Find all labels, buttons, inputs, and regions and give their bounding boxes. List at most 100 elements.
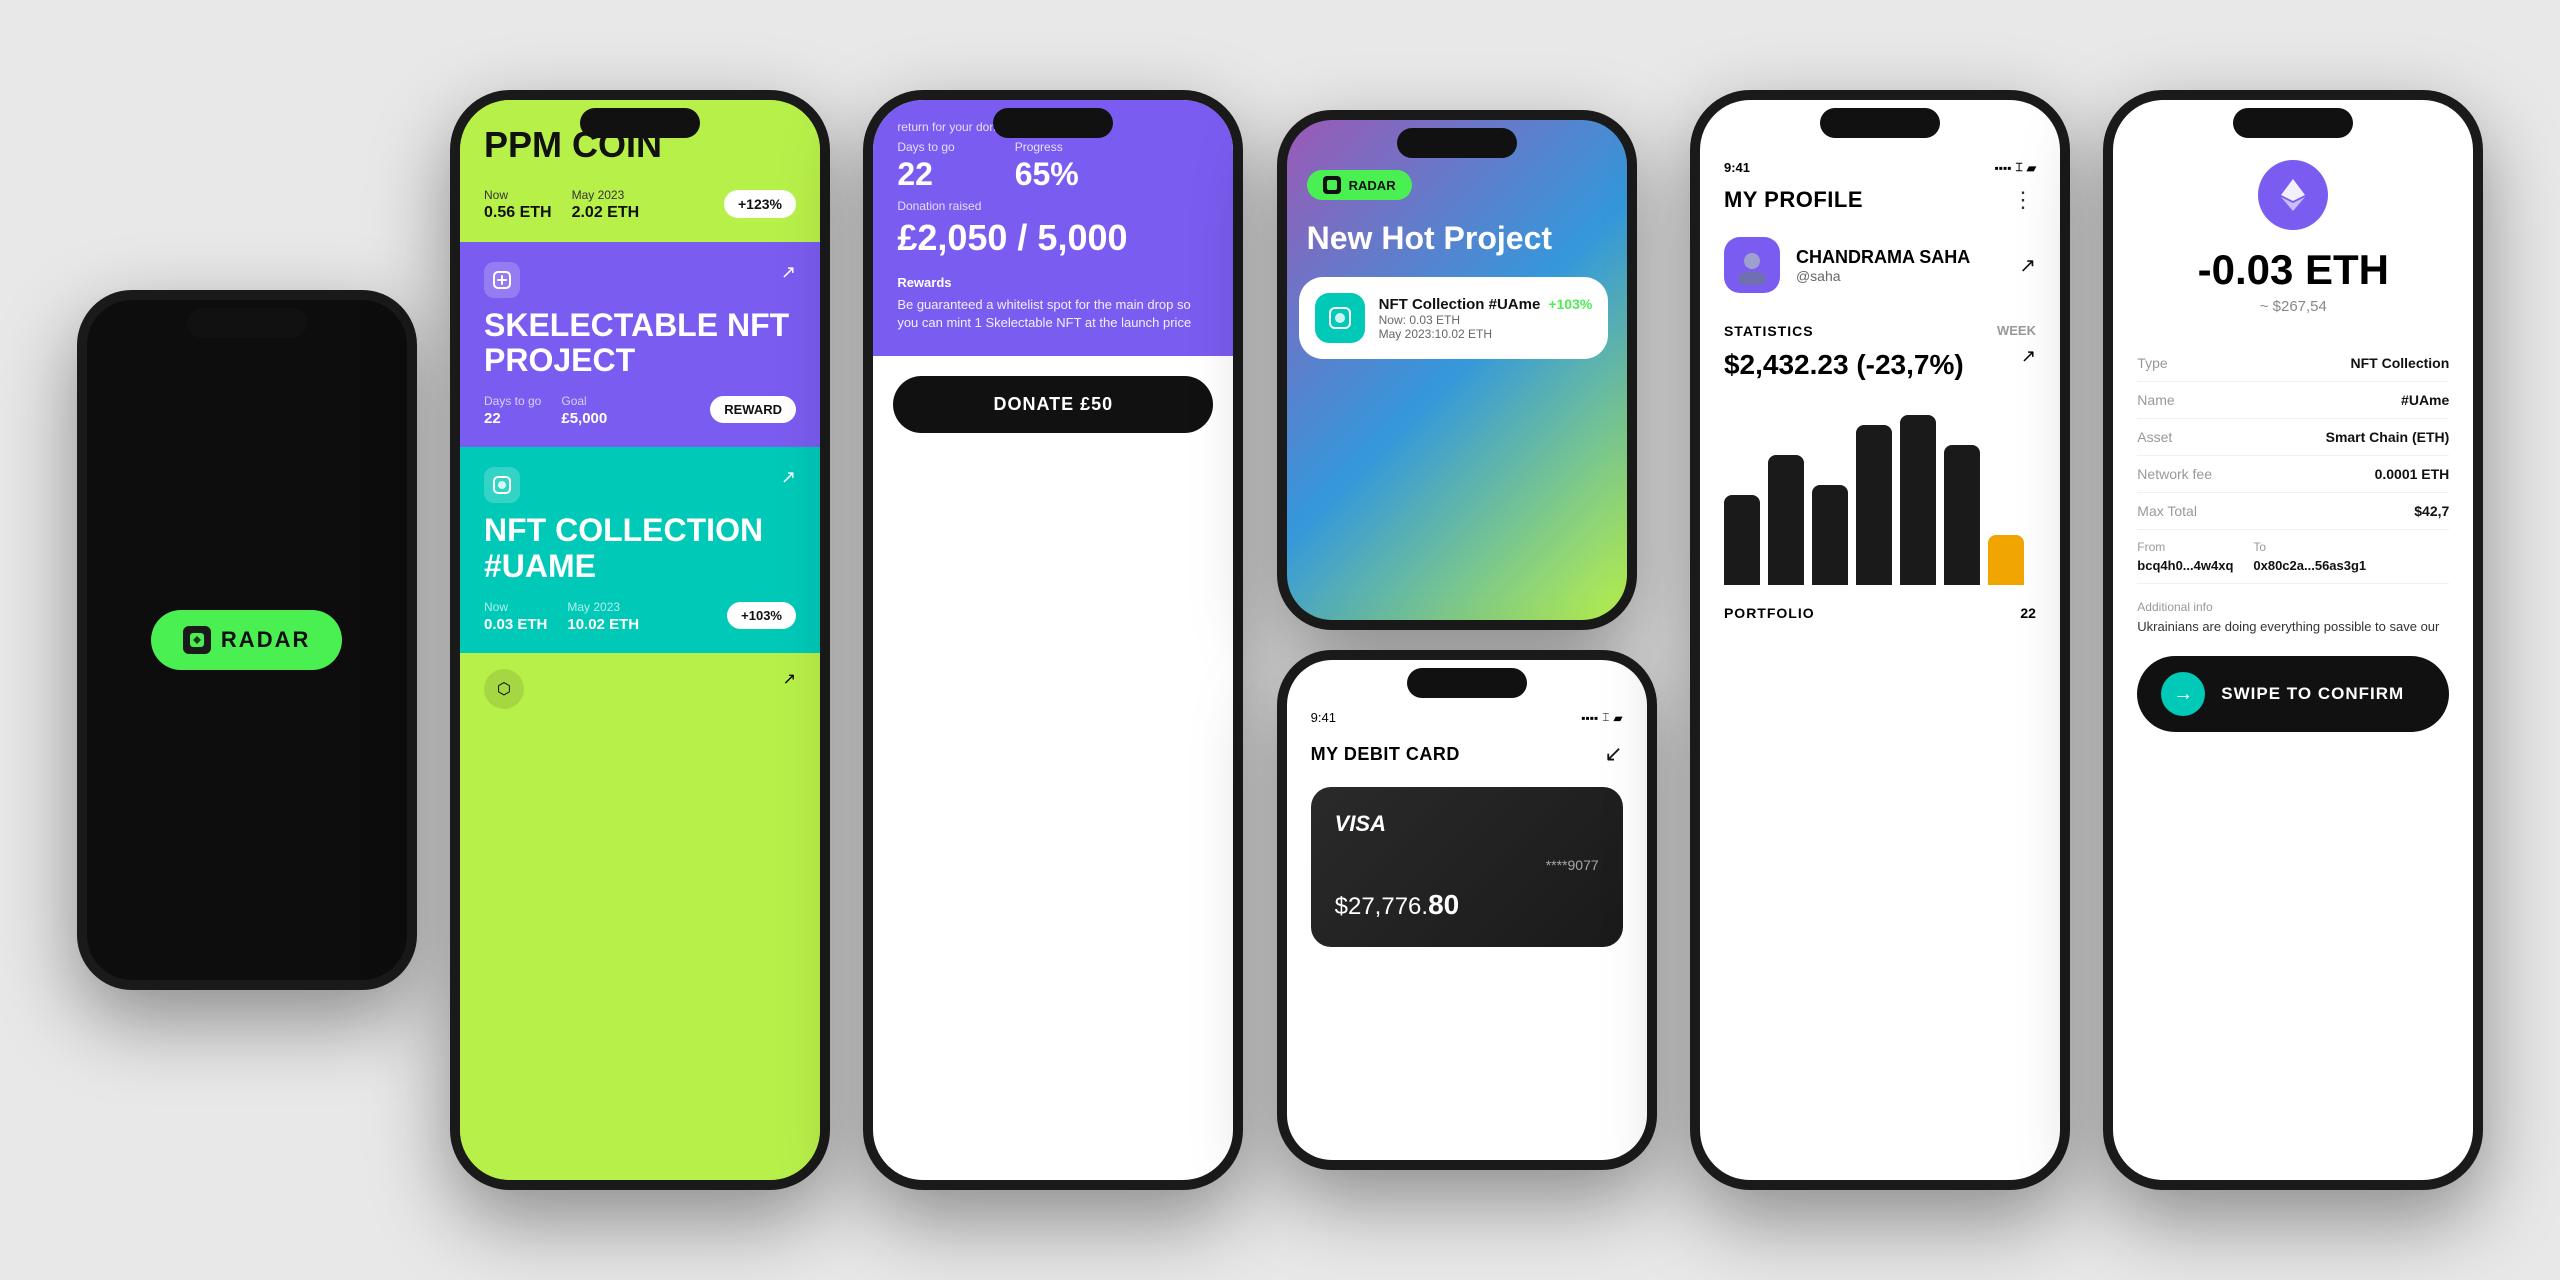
profile-screen: 9:41 ▪▪▪▪ ⌶ ▰ MY PROFILE ⋮ CHANDRAMA SAH…	[1700, 100, 2060, 1180]
asset-label: Asset	[2137, 429, 2172, 445]
phone-pair-right: RADAR New Hot Project NFT Collection #UA…	[1277, 110, 1657, 1170]
profile-signal: ▪▪▪▪ ⌶ ▰	[1995, 160, 2036, 175]
radar-brand-pill: RADAR	[1307, 170, 1412, 200]
bar-2	[1768, 455, 1804, 585]
stats-arrow-icon: ↗	[2021, 346, 2036, 367]
max-value: $42,7	[2414, 503, 2449, 519]
progress-label: Progress	[1015, 140, 1063, 154]
ppm-now-label: Now	[484, 188, 508, 202]
from-value: bcq4h0...4w4xq	[2137, 558, 2233, 573]
profile-arrow-icon: ↗	[2019, 253, 2036, 278]
tx-asset-row: Asset Smart Chain (ETH)	[2137, 419, 2449, 456]
additional-text: Ukrainians are doing everything possible…	[2137, 618, 2449, 636]
card-ppm[interactable]: PPM COIN Now 0.56 ETH May 2023 2.02 ETH …	[460, 100, 820, 242]
to-col: To 0x80c2a...56as3g1	[2253, 540, 2366, 573]
phone-splash: RADAR	[77, 290, 417, 990]
phone-cards: PPM COIN Now 0.56 ETH May 2023 2.02 ETH …	[450, 90, 830, 1190]
profile-time: 9:41	[1724, 160, 1750, 175]
phone-notification: RADAR New Hot Project NFT Collection #UA…	[1277, 110, 1637, 630]
battery-icon: ▰	[2027, 161, 2036, 175]
fee-value: 0.0001 ETH	[2375, 466, 2450, 482]
ppm-may-val: 2.02 ETH	[572, 204, 640, 222]
cards-screen: PPM COIN Now 0.56 ETH May 2023 2.02 ETH …	[460, 100, 820, 1180]
days-val: 22	[897, 156, 954, 193]
tx-name-row: Name #UAme	[2137, 382, 2449, 419]
notif-card-content: NFT Collection #UAme +103% Now: 0.03 ETH…	[1379, 296, 1593, 341]
type-value: NFT Collection	[2351, 355, 2450, 371]
days-label: Days to go	[897, 140, 954, 154]
asset-value: Smart Chain (ETH)	[2326, 429, 2450, 445]
progress-val: 65%	[1015, 156, 1079, 193]
raised-label: Donation raised	[897, 199, 1209, 213]
nft-badge: +103%	[727, 602, 796, 629]
profile-header: MY PROFILE ⋮	[1724, 187, 2036, 213]
donation-header: return for your donation. Days to go 22 …	[873, 100, 1233, 356]
debit-header: MY DEBIT CARD ↙	[1311, 741, 1623, 767]
to-label: To	[2253, 540, 2366, 554]
bar-5	[1900, 415, 1936, 585]
notification-title: New Hot Project	[1307, 220, 1552, 257]
skel-days-label: Days to go	[484, 394, 541, 408]
radar-icon	[183, 626, 211, 654]
bar-1	[1724, 495, 1760, 585]
stats-value: $2,432.23 (-23,7%)	[1724, 349, 1964, 381]
from-label: From	[2137, 540, 2233, 554]
skel-goal-val: £5,000	[561, 410, 607, 427]
transaction-screen: -0.03 ETH ~ $267,54 Type NFT Collection …	[2113, 100, 2473, 1180]
name-label: Name	[2137, 392, 2174, 408]
stats-section: STATISTICS $2,432.23 (-23,7%) WEEK ↗	[1724, 323, 2036, 385]
skel-goal-label: Goal	[561, 394, 586, 408]
bar-6	[1944, 445, 1980, 585]
notification-screen: RADAR New Hot Project NFT Collection #UA…	[1287, 120, 1627, 620]
rewards-text: Be guaranteed a whitelist spot for the m…	[897, 296, 1209, 332]
card-nft[interactable]: ↗ NFT COLLECTION #UAME Now 0.03 ETH May …	[460, 447, 820, 652]
debit-time: 9:41	[1311, 710, 1336, 725]
phone-debit: 9:41 ▪▪▪▪ ⌶ ▰ MY DEBIT CARD ↙ VISA ****9…	[1277, 650, 1657, 1170]
radar-text: RADAR	[221, 627, 310, 653]
donate-button[interactable]: DONATE £50	[893, 376, 1213, 433]
swipe-arrow-icon: →	[2161, 672, 2205, 716]
portfolio-chart	[1724, 405, 2036, 585]
card-last4: ****9077	[1335, 857, 1599, 873]
phone-transaction: -0.03 ETH ~ $267,54 Type NFT Collection …	[2103, 90, 2483, 1190]
user-info: CHANDRAMA SAHA @saha	[1796, 247, 1970, 284]
notification-card: NFT Collection #UAme +103% Now: 0.03 ETH…	[1299, 277, 1609, 359]
profile-user[interactable]: CHANDRAMA SAHA @saha ↗	[1724, 237, 2036, 293]
battery-icon: ▰	[1613, 711, 1622, 725]
debit-card-visual: VISA ****9077 $27,776.80	[1311, 787, 1623, 947]
notif-card-icon	[1315, 293, 1365, 343]
additional-label: Additional info	[2137, 600, 2449, 614]
balance-cents: 80	[1428, 889, 1459, 920]
nft-may-label: May 2023	[567, 600, 620, 614]
wifi-icon: ⌶	[1602, 710, 1609, 725]
profile-title: MY PROFILE	[1724, 187, 1863, 213]
radar-pill-icon	[1323, 176, 1341, 194]
nft-title: NFT COLLECTION #UAME	[484, 513, 796, 583]
to-value: 0x80c2a...56as3g1	[2253, 558, 2366, 573]
donation-top-label: return for your donation.	[897, 120, 1209, 134]
phone-profile: 9:41 ▪▪▪▪ ⌶ ▰ MY PROFILE ⋮ CHANDRAMA SAH…	[1690, 90, 2070, 1190]
bottom-icon-1[interactable]: ⬡	[484, 669, 524, 709]
bottom-arrow: ↗	[783, 669, 796, 1164]
tx-fee-row: Network fee 0.0001 ETH	[2137, 456, 2449, 493]
more-menu-icon[interactable]: ⋮	[2012, 187, 2036, 213]
minimize-icon[interactable]: ↙	[1604, 741, 1622, 767]
signal-icon: ▪▪▪▪	[1995, 161, 2012, 175]
notif-card-badge: +103%	[1548, 296, 1592, 312]
debit-screen: 9:41 ▪▪▪▪ ⌶ ▰ MY DEBIT CARD ↙ VISA ****9…	[1287, 660, 1647, 1160]
name-value: #UAme	[2401, 392, 2449, 408]
tx-max-row: Max Total $42,7	[2137, 493, 2449, 530]
radar-brand-text: RADAR	[1349, 178, 1396, 193]
max-label: Max Total	[2137, 503, 2197, 519]
bar-4	[1856, 425, 1892, 585]
card-skelectable[interactable]: ↗ SKELECTABLE NFT PROJECT Days to go 22 …	[460, 242, 820, 447]
notif-card-title: NFT Collection #UAme	[1379, 296, 1541, 313]
nft-icon	[484, 467, 520, 503]
tx-usd: ~ $267,54	[2137, 298, 2449, 315]
swipe-confirm-button[interactable]: → SWIPE TO CONFIRM	[2137, 656, 2449, 732]
user-handle: @saha	[1796, 268, 1970, 284]
wifi-icon: ⌶	[2016, 160, 2023, 175]
swipe-text: SWIPE TO CONFIRM	[2221, 684, 2404, 704]
nft-now-val: 0.03 ETH	[484, 616, 547, 633]
bottom-row: ⬡ ↗	[460, 653, 820, 1180]
